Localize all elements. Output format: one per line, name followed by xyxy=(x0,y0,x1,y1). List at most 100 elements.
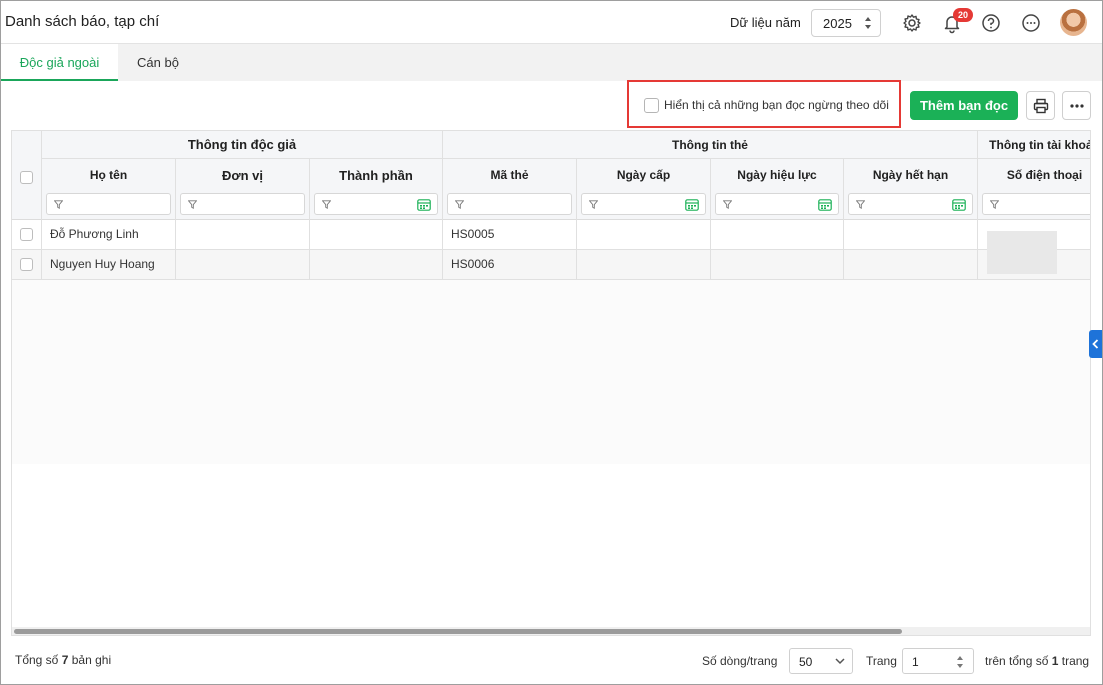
calendar-icon[interactable] xyxy=(685,198,699,211)
col-card-id[interactable]: Mã thẻ xyxy=(443,159,577,192)
row-select-cell xyxy=(12,220,42,249)
printer-icon xyxy=(1033,98,1049,114)
redacted-phone-area xyxy=(987,231,1057,274)
filter-card-id-input[interactable] xyxy=(447,193,572,215)
tab-bar: Độc giả ngoài Cán bộ xyxy=(1,44,1102,81)
filter-category-input[interactable] xyxy=(314,193,438,215)
of-suffix: trang xyxy=(1061,654,1090,668)
table-row[interactable]: Đỗ Phương Linh HS0005 xyxy=(12,220,1090,250)
filter-icon xyxy=(589,200,598,209)
cell-valid-date xyxy=(711,220,844,249)
row-checkbox[interactable] xyxy=(20,258,33,271)
tab-external-readers[interactable]: Độc giả ngoài xyxy=(1,44,118,81)
chevron-left-icon xyxy=(1092,339,1099,349)
cell-full-name: Nguyen Huy Hoang xyxy=(42,250,176,279)
col-valid-date[interactable]: Ngày hiệu lực xyxy=(711,159,844,192)
filter-icon xyxy=(322,200,331,209)
group-card-info: Thông tin thẻ xyxy=(443,131,978,159)
spinner-icon[interactable] xyxy=(864,16,872,30)
row-select-cell xyxy=(12,250,42,279)
add-reader-button[interactable]: Thêm bạn đọc xyxy=(910,91,1018,120)
group-account-info: Thông tin tài khoản xyxy=(978,131,1090,159)
col-issue-date[interactable]: Ngày cấp xyxy=(577,159,711,192)
show-inactive-label: Hiển thị cả những bạn đọc ngừng theo dõi xyxy=(664,98,889,112)
top-header: Danh sách báo, tạp chí Dữ liệu năm 2025 … xyxy=(1,1,1102,44)
year-value: 2025 xyxy=(823,16,852,31)
total-prefix: Tổng số xyxy=(15,653,59,667)
calendar-icon[interactable] xyxy=(818,198,832,211)
filter-category xyxy=(310,192,443,220)
select-all-checkbox[interactable] xyxy=(20,171,33,184)
filter-full-name-input[interactable] xyxy=(46,193,171,215)
col-category[interactable]: Thành phần xyxy=(310,159,443,192)
notification-badge: 20 xyxy=(953,8,973,22)
total-pages: trên tổng số 1 trang xyxy=(985,654,1089,668)
more-icon[interactable] xyxy=(1020,12,1042,34)
cell-valid-date xyxy=(711,250,844,279)
print-button[interactable] xyxy=(1026,91,1055,120)
rows-per-page-label: Số dòng/trang xyxy=(702,654,778,668)
cell-expiry-date xyxy=(844,250,978,279)
filter-icon xyxy=(455,200,464,209)
total-count: 7 xyxy=(61,653,69,667)
show-inactive-checkbox[interactable] xyxy=(644,98,659,113)
ellipsis-icon xyxy=(1070,104,1084,108)
group-reader-info: Thông tin độc giả xyxy=(42,131,443,159)
row-checkbox[interactable] xyxy=(20,228,33,241)
year-select[interactable]: 2025 xyxy=(811,9,881,37)
col-full-name[interactable]: Họ tên xyxy=(42,159,176,192)
cell-card-id: HS0005 xyxy=(443,220,577,249)
cell-unit xyxy=(176,250,310,279)
filter-valid-date-input[interactable] xyxy=(715,193,839,215)
gear-icon[interactable] xyxy=(901,12,923,34)
help-icon[interactable] xyxy=(980,12,1002,34)
filter-issue-date xyxy=(577,192,711,220)
page-label: Trang xyxy=(866,654,897,668)
avatar[interactable] xyxy=(1060,9,1087,36)
cell-issue-date xyxy=(577,250,711,279)
calendar-icon[interactable] xyxy=(417,198,431,211)
chevron-down-icon xyxy=(835,658,845,665)
cell-category xyxy=(310,220,443,249)
filter-unit-input[interactable] xyxy=(180,193,305,215)
filter-issue-date-input[interactable] xyxy=(581,193,706,215)
page-number-input[interactable]: 1 xyxy=(902,648,974,674)
select-all-column xyxy=(12,131,42,220)
filter-unit xyxy=(176,192,310,220)
col-expiry-date[interactable]: Ngày hết hạn xyxy=(844,159,978,192)
filter-icon xyxy=(856,200,865,209)
calendar-icon[interactable] xyxy=(952,198,966,211)
side-panel-toggle[interactable] xyxy=(1089,330,1102,358)
col-phone[interactable]: Số điện thoại xyxy=(978,159,1090,192)
filter-icon xyxy=(188,200,197,209)
cell-card-id: HS0006 xyxy=(443,250,577,279)
readers-grid: Thông tin độc giả Thông tin thẻ Thông ti… xyxy=(11,130,1091,636)
scrollbar-thumb[interactable] xyxy=(14,629,902,634)
filter-phone-input[interactable] xyxy=(982,193,1090,215)
rows-per-page-select[interactable]: 50 xyxy=(789,648,853,674)
filter-icon xyxy=(990,200,999,209)
show-inactive-toggle[interactable]: Hiển thị cả những bạn đọc ngừng theo dõi xyxy=(627,80,901,128)
table-row[interactable]: Nguyen Huy Hoang HS0006 xyxy=(12,250,1090,280)
grid-header: Thông tin độc giả Thông tin thẻ Thông ti… xyxy=(12,131,1090,220)
col-unit[interactable]: Đơn vị xyxy=(176,159,310,192)
more-actions-button[interactable] xyxy=(1062,91,1091,120)
filter-icon xyxy=(723,200,732,209)
cell-issue-date xyxy=(577,220,711,249)
grid-empty-area xyxy=(12,280,1090,464)
filter-icon xyxy=(54,200,63,209)
cell-full-name: Đỗ Phương Linh xyxy=(42,220,176,249)
page-title: Danh sách báo, tạp chí xyxy=(5,13,160,30)
filter-expiry-date-input[interactable] xyxy=(848,193,973,215)
tab-staff[interactable]: Cán bộ xyxy=(118,44,198,81)
spinner-icon[interactable] xyxy=(956,655,964,669)
filter-phone xyxy=(978,192,1090,220)
horizontal-scrollbar[interactable] xyxy=(12,627,1090,635)
cell-expiry-date xyxy=(844,220,978,249)
cell-category xyxy=(310,250,443,279)
filter-full-name xyxy=(42,192,176,220)
of-prefix: trên tổng số xyxy=(985,654,1049,668)
filter-expiry-date xyxy=(844,192,978,220)
total-suffix: bản ghi xyxy=(71,653,112,667)
filter-card-id xyxy=(443,192,577,220)
